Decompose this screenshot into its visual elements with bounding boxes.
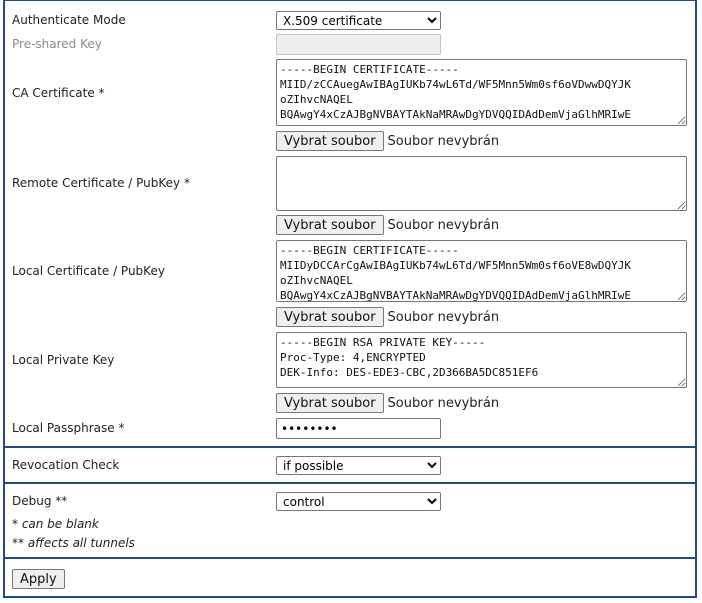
local-key-textarea[interactable]: -----BEGIN RSA PRIVATE KEY----- Proc-Typ… bbox=[276, 332, 687, 388]
ca-cert-file-picker: Vybrat soubor Soubor nevybrán bbox=[276, 131, 499, 151]
section-divider bbox=[3, 446, 697, 448]
note-affects-all-tunnels: ** affects all tunnels bbox=[12, 536, 135, 550]
passphrase-label: Local Passphrase * bbox=[12, 421, 125, 435]
debug-label: Debug ** bbox=[12, 494, 68, 508]
remote-cert-file-status: Soubor nevybrán bbox=[387, 217, 500, 233]
remote-cert-choose-file-button[interactable]: Vybrat soubor bbox=[276, 215, 384, 235]
auth-mode-label: Authenticate Mode bbox=[12, 13, 126, 27]
remote-cert-textarea[interactable] bbox=[276, 156, 687, 211]
psk-label: Pre-shared Key bbox=[12, 37, 102, 51]
note-can-be-blank: * can be blank bbox=[12, 517, 99, 531]
remote-cert-label: Remote Certificate / PubKey * bbox=[12, 176, 190, 190]
ca-cert-file-status: Soubor nevybrán bbox=[387, 133, 500, 149]
debug-select[interactable]: control bbox=[276, 492, 441, 511]
section-divider bbox=[3, 482, 697, 484]
local-key-choose-file-button[interactable]: Vybrat soubor bbox=[276, 393, 384, 413]
local-cert-file-picker: Vybrat soubor Soubor nevybrán bbox=[276, 307, 499, 327]
local-key-label: Local Private Key bbox=[12, 353, 115, 367]
local-cert-label: Local Certificate / PubKey bbox=[12, 264, 165, 278]
passphrase-input[interactable] bbox=[276, 418, 441, 439]
auth-mode-select[interactable]: X.509 certificate bbox=[276, 11, 441, 30]
ca-cert-choose-file-button[interactable]: Vybrat soubor bbox=[276, 131, 384, 151]
section-divider bbox=[3, 557, 697, 559]
local-cert-file-status: Soubor nevybrán bbox=[387, 309, 500, 325]
local-key-file-picker: Vybrat soubor Soubor nevybrán bbox=[276, 393, 499, 413]
local-cert-textarea[interactable]: -----BEGIN CERTIFICATE----- MIIDyDCCArCg… bbox=[276, 240, 687, 302]
local-key-file-status: Soubor nevybrán bbox=[387, 395, 500, 411]
ca-cert-textarea[interactable]: -----BEGIN CERTIFICATE----- MIID/zCCAueg… bbox=[276, 59, 687, 126]
ca-cert-label: CA Certificate * bbox=[12, 86, 105, 100]
apply-button[interactable]: Apply bbox=[12, 569, 65, 589]
revocation-select[interactable]: if possible bbox=[276, 456, 441, 475]
revocation-label: Revocation Check bbox=[12, 458, 120, 472]
remote-cert-file-picker: Vybrat soubor Soubor nevybrán bbox=[276, 215, 499, 235]
local-cert-choose-file-button[interactable]: Vybrat soubor bbox=[276, 307, 384, 327]
psk-input bbox=[276, 34, 441, 55]
